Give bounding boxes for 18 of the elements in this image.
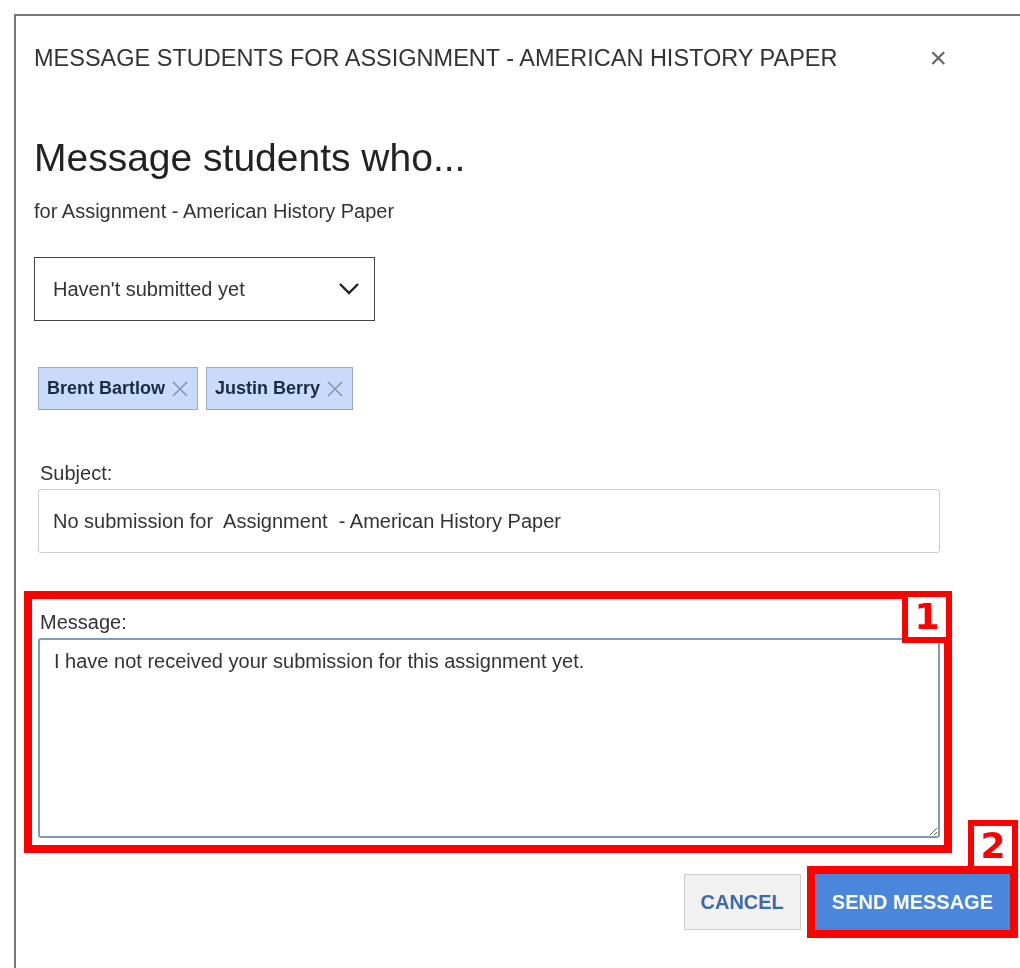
filter-dropdown[interactable]: Haven't submitted yet [34, 257, 375, 321]
dialog-title: MESSAGE STUDENTS FOR ASSIGNMENT - AMERICAN HISTORY PAPER [34, 44, 838, 72]
subject-field[interactable]: No submission for Assignment - American History Paper [38, 489, 940, 553]
recipient-name: Justin Berry [215, 378, 321, 399]
subtitle: for Assignment - American History Paper [34, 200, 396, 223]
remove-recipient-button[interactable] [171, 379, 189, 398]
remove-recipient-button[interactable] [326, 379, 345, 398]
message-label: Message: [40, 611, 127, 634]
recipient-name: Brent Bartlow [47, 378, 165, 399]
send-message-button[interactable]: SEND MESSAGE [814, 874, 1010, 930]
close-button[interactable]: × [925, 41, 952, 75]
heading: Message students who... [34, 135, 467, 181]
remove-icon [326, 379, 345, 398]
cancel-button[interactable]: CANCEL [683, 874, 801, 930]
chevron-down-icon [338, 282, 360, 296]
message-field[interactable]: I have not received your submission for this assignment yet. [38, 638, 940, 838]
subject-label: Subject: [40, 462, 113, 485]
remove-icon [171, 379, 189, 398]
